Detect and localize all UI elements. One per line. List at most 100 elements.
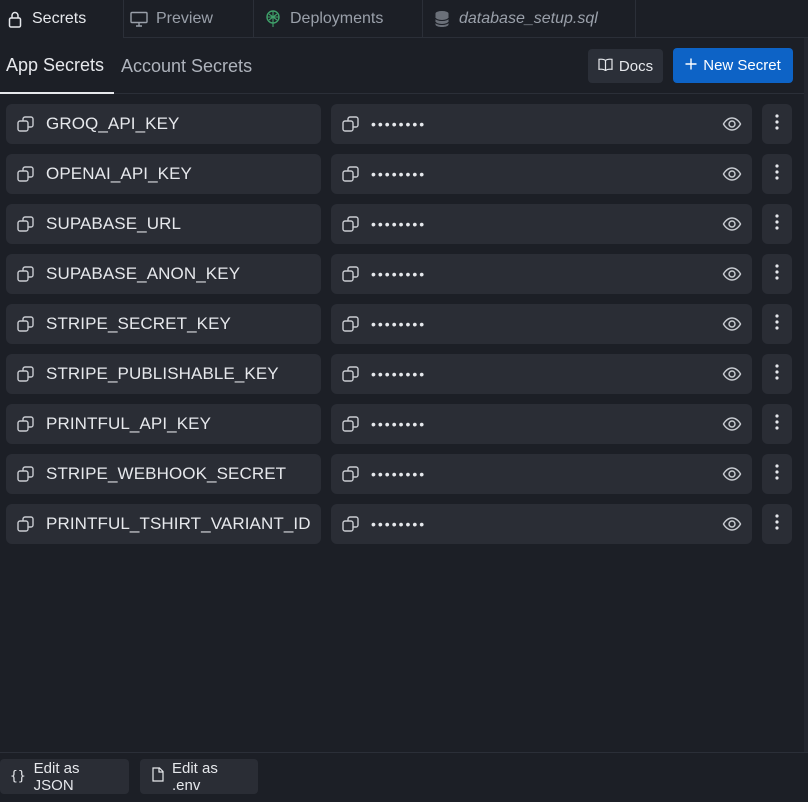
copy-icon[interactable] [331,314,371,334]
secret-key-field[interactable]: PRINTFUL_TSHIRT_VARIANT_ID [6,504,321,544]
kebab-icon [775,263,779,285]
masked-value: •••••••• [371,316,427,332]
tab-secrets[interactable]: Secrets [0,0,124,38]
copy-icon[interactable] [6,364,46,384]
edit-as-json-button[interactable]: {} Edit as JSON [0,759,129,794]
tab-label: Secrets [32,10,87,27]
secret-row: PRINTFUL_TSHIRT_VARIANT_ID •••••••• [0,504,808,554]
secret-value-field[interactable]: •••••••• [331,304,752,344]
secret-key-field[interactable]: STRIPE_WEBHOOK_SECRET [6,454,321,494]
masked-value: •••••••• [371,216,427,232]
secret-row: SUPABASE_URL •••••••• [0,204,808,254]
copy-icon[interactable] [331,114,371,134]
secret-row: STRIPE_PUBLISHABLE_KEY •••••••• [0,354,808,404]
copy-icon[interactable] [6,414,46,434]
more-options-button[interactable] [762,504,792,544]
copy-icon[interactable] [331,364,371,384]
copy-icon[interactable] [6,514,46,534]
secret-value-field[interactable]: •••••••• [331,354,752,394]
edit-as-env-button[interactable]: Edit as .env [140,759,258,794]
secret-value-field[interactable]: •••••••• [331,104,752,144]
secret-row: SUPABASE_ANON_KEY •••••••• [0,254,808,304]
tab-label: database_setup.sql [459,10,598,27]
copy-icon[interactable] [331,214,371,234]
eye-icon[interactable] [722,314,742,334]
secret-value-field[interactable]: •••••••• [331,404,752,444]
secret-row: STRIPE_WEBHOOK_SECRET •••••••• [0,454,808,504]
tab-label: Preview [156,10,213,27]
plus-icon [685,57,697,74]
tab-preview[interactable]: Preview [124,0,254,38]
secret-row: OPENAI_API_KEY •••••••• [0,154,808,204]
scrollbar[interactable] [804,38,808,752]
secret-row: STRIPE_SECRET_KEY •••••••• [0,304,808,354]
secret-key-field[interactable]: STRIPE_PUBLISHABLE_KEY [6,354,321,394]
secret-key-name: STRIPE_SECRET_KEY [46,314,231,333]
docs-button[interactable]: Docs [588,49,663,83]
copy-icon[interactable] [331,414,371,434]
secret-value-field[interactable]: •••••••• [331,454,752,494]
copy-icon[interactable] [6,114,46,134]
secret-row: GROQ_API_KEY •••••••• [0,104,808,154]
copy-icon[interactable] [331,464,371,484]
new-secret-button[interactable]: New Secret [673,48,793,83]
more-options-button[interactable] [762,154,792,194]
eye-icon[interactable] [722,514,742,534]
secret-value-field[interactable]: •••••••• [331,504,752,544]
secret-key-name: PRINTFUL_API_KEY [46,414,212,433]
subtab-account-secrets[interactable]: Account Secrets [121,38,252,94]
secret-key-name: SUPABASE_ANON_KEY [46,264,241,283]
tab-bar: Secrets Preview Deployments database_set… [0,0,808,38]
secret-key-field[interactable]: STRIPE_SECRET_KEY [6,304,321,344]
secrets-list: GROQ_API_KEY •••••••• OPENAI_API_KEY •••… [0,104,808,554]
tab-deployments[interactable]: Deployments [254,0,423,38]
monitor-icon [130,10,148,28]
masked-value: •••••••• [371,166,427,182]
kebab-icon [775,163,779,185]
eye-icon[interactable] [722,164,742,184]
eye-icon[interactable] [722,464,742,484]
copy-icon[interactable] [6,314,46,334]
more-options-button[interactable] [762,304,792,344]
copy-icon[interactable] [331,264,371,284]
eye-icon[interactable] [722,414,742,434]
docs-label: Docs [618,57,654,75]
eye-icon[interactable] [722,364,742,384]
copy-icon[interactable] [6,264,46,284]
eye-icon[interactable] [722,264,742,284]
more-options-button[interactable] [762,404,792,444]
eye-icon[interactable] [722,114,742,134]
masked-value: •••••••• [371,116,427,132]
more-options-button[interactable] [762,254,792,294]
secret-value-field[interactable]: •••••••• [331,204,752,244]
masked-value: •••••••• [371,466,427,482]
more-options-button[interactable] [762,104,792,144]
secret-value-field[interactable]: •••••••• [331,254,752,294]
secret-key-field[interactable]: OPENAI_API_KEY [6,154,321,194]
kebab-icon [775,463,779,485]
copy-icon[interactable] [6,164,46,184]
masked-value: •••••••• [371,366,427,382]
copy-icon[interactable] [331,164,371,184]
secret-key-field[interactable]: PRINTFUL_API_KEY [6,404,321,444]
secret-key-name: STRIPE_PUBLISHABLE_KEY [46,364,279,383]
tab-database-setup[interactable]: database_setup.sql [423,0,636,38]
secret-key-name: SUPABASE_URL [46,214,182,233]
secret-key-field[interactable]: GROQ_API_KEY [6,104,321,144]
copy-icon[interactable] [6,214,46,234]
copy-icon[interactable] [331,514,371,534]
more-options-button[interactable] [762,354,792,394]
copy-icon[interactable] [6,464,46,484]
tab-label: Deployments [290,10,384,27]
masked-value: •••••••• [371,266,427,282]
kebab-icon [775,363,779,385]
subtab-app-secrets[interactable]: App Secrets [0,38,115,94]
more-options-button[interactable] [762,204,792,244]
new-secret-label: New Secret [703,57,781,74]
secret-key-name: GROQ_API_KEY [46,114,180,133]
secret-key-field[interactable]: SUPABASE_ANON_KEY [6,254,321,294]
secret-key-field[interactable]: SUPABASE_URL [6,204,321,244]
eye-icon[interactable] [722,214,742,234]
secret-value-field[interactable]: •••••••• [331,154,752,194]
more-options-button[interactable] [762,454,792,494]
